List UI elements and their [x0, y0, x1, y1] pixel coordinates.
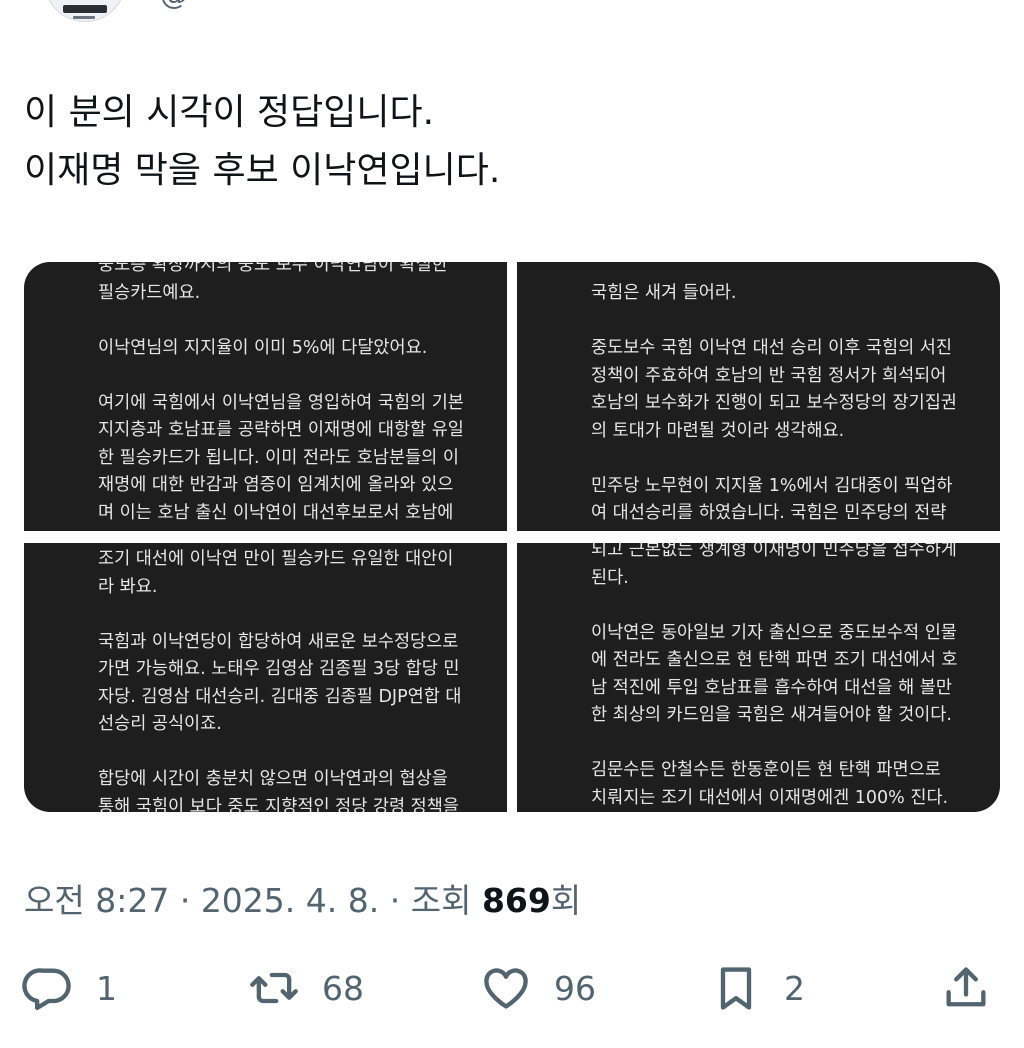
like-button[interactable]: 96 — [480, 955, 596, 1021]
image-text-line: 이낙연은 동아일보 기자 출신으로 중도보수적 인물 — [591, 622, 957, 643]
meta-separator: · — [169, 881, 201, 920]
tweet-meta: 오전 8:27 · 2025. 4. 8. · 조회 869회 — [24, 874, 581, 922]
image-text-line: 합당에 시간이 충분치 않으면 이낙연과의 협상을 — [98, 769, 448, 789]
media-image-bottom-left[interactable]: 조기 대선에 이낙연 만이 필승카드 유일한 대안이라 봐요. 국힘과 이낙연당이… — [24, 543, 507, 812]
image-text-line: 여 대선승리를 하였습니다. 국힘은 민주당의 전략 — [591, 503, 947, 523]
avatar-logo-shape-small — [73, 16, 95, 19]
image-text: 조기 대선에 이낙연 만이 필승카드 유일한 대안이라 봐요. 국힘과 이낙연당이… — [98, 546, 498, 812]
author-handle-fragment[interactable]: @ — [160, 0, 188, 11]
bookmark-icon — [720, 967, 752, 1010]
image-text-line — [591, 592, 991, 620]
reply-icon — [22, 968, 71, 1011]
image-text-line: 이낙연님의 지지율이 이미 5%에 다달았어요. — [98, 337, 428, 358]
image-text-line: 국힘은 새겨 들어라. — [591, 283, 737, 303]
like-count: 96 — [554, 968, 596, 1008]
image-text: 되고 근본없는 생계형 이재명이 민주당을 접수하게된다. 이낙연은 동아일보 기… — [591, 543, 991, 812]
meta-separator: · — [379, 881, 411, 920]
image-text-line: 에 전라도 출신으로 현 탄핵 파면 조기 대선에서 호 — [591, 650, 958, 670]
image-text-line — [98, 307, 498, 335]
image-text-line: 중도층 확장까지의 중도 보수 이낙연님이 확실한 — [98, 262, 448, 275]
tweet-text: 이 분의 시각이 정답입니다. 이재명 막을 후보 이낙연입니다. — [24, 84, 984, 200]
image-text-line — [591, 445, 991, 473]
image-text-line: 국힘과 이낙연당이 합당하여 새로운 보수정당으로 — [98, 631, 459, 652]
media-image-top-right[interactable]: 국힘은 새겨 들어라. 중도보수 국힘 이낙연 대선 승리 이후 국힘의 서진정책… — [517, 262, 1000, 531]
image-text-line: 필승카드예요. — [98, 282, 201, 303]
share-button[interactable] — [940, 955, 992, 1021]
bookmark-button[interactable]: 2 — [710, 955, 805, 1021]
image-text-line: 민주당 노무현이 지지율 1%에서 김대중이 픽업하 — [591, 475, 953, 496]
image-text-line: 호남의 보수화가 진행이 되고 보수정당의 장기집권 — [591, 393, 957, 413]
retweet-count: 68 — [322, 968, 364, 1008]
image-text-line: 며 이는 호남 출신 이낙연이 대선후보로서 호남에 — [98, 502, 454, 523]
post-date[interactable]: 2025. 4. 8. — [201, 881, 379, 920]
share-icon — [946, 967, 986, 1007]
image-text-line: 지지층과 호남표를 공략하면 이재명에 대항할 유일 — [98, 420, 464, 440]
media-grid: 중도층 확장까지의 중도 보수 이낙연님이 확실한필승카드예요. 이낙연님의 지지… — [24, 262, 1000, 812]
image-text-line — [591, 308, 991, 336]
image-text-line: 정책이 주효하여 호남의 반 국힘 정서가 희석되어 — [591, 365, 947, 386]
media-image-bottom-right[interactable]: 되고 근본없는 생계형 이재명이 민주당을 접수하게된다. 이낙연은 동아일보 기… — [517, 543, 1000, 812]
heart-icon — [484, 968, 528, 1009]
image-text-line — [98, 362, 498, 390]
image-text-line: 된다. — [591, 567, 629, 588]
image-text-line: 조기 대선에 이낙연 만이 필승카드 유일한 대안이 — [98, 549, 454, 569]
tweet-text-line: 이 분의 시각이 정답입니다. — [24, 92, 435, 133]
image-text-line: 라 봐요. — [98, 576, 158, 597]
image-text-line — [98, 601, 498, 629]
image-text-line: 선승리 공식이죠. — [98, 714, 222, 734]
image-text-line: 되고 근본없는 생계형 이재명이 민주당을 접수하게 — [591, 543, 957, 560]
image-text-line: 자당. 김영삼 대선승리. 김대중 김종필 DJP연합 대 — [98, 686, 462, 707]
image-text-line: 한 필승카드가 됩니다. 이미 전라도 호남분들의 이 — [98, 447, 459, 468]
views-label: 조회 — [410, 881, 482, 920]
media-image-top-left[interactable]: 중도층 확장까지의 중도 보수 이낙연님이 확실한필승카드예요. 이낙연님의 지지… — [24, 262, 507, 531]
reply-count: 1 — [96, 968, 117, 1008]
avatar[interactable] — [44, 0, 126, 22]
views-suffix: 회 — [550, 881, 582, 920]
bookmark-count: 2 — [784, 968, 805, 1008]
retweet-button[interactable]: 68 — [248, 955, 364, 1021]
image-text-line — [591, 730, 991, 758]
image-text: 중도층 확장까지의 중도 보수 이낙연님이 확실한필승카드예요. 이낙연님의 지지… — [98, 262, 498, 527]
image-text-line: 한 최상의 카드임을 국힘은 새겨들어야 할 것이다. — [591, 705, 952, 725]
image-text-line: 재명에 대한 반감과 염증이 임계치에 올라와 있으 — [98, 475, 454, 495]
image-text-line: 통해 국힘이 보다 중도 지향적인 정당 강령 정책을 — [98, 796, 459, 813]
image-text-line: 김문수든 안철수든 한동훈이든 현 탄핵 파면으로 — [591, 760, 941, 780]
retweet-icon — [250, 972, 298, 1004]
avatar-logo-shape — [63, 5, 107, 13]
action-bar: 1 68 96 2 — [0, 955, 1024, 1021]
views-count: 869 — [481, 881, 551, 920]
image-text-line: 의 토대가 마련될 것이라 생각해요. — [591, 420, 845, 441]
image-text: 국힘은 새겨 들어라. 중도보수 국힘 이낙연 대선 승리 이후 국힘의 서진정책… — [591, 280, 991, 528]
image-text-line: 중도보수 국힘 이낙연 대선 승리 이후 국힘의 서진 — [591, 338, 952, 358]
image-text-line — [98, 739, 498, 767]
image-text-line: 남 적진에 투입 호남표를 흡수하여 대선을 해 볼만 — [591, 677, 952, 698]
image-text-line: 가면 가능해요. 노태우 김영삼 김종필 3당 합당 민 — [98, 659, 460, 679]
tweet-text-line: 이재명 막을 후보 이낙연입니다. — [24, 150, 501, 191]
image-text-line: 여기에 국힘에서 이낙연님을 영입하여 국힘의 기본 — [98, 392, 464, 413]
reply-button[interactable]: 1 — [22, 955, 117, 1021]
post-time[interactable]: 오전 8:27 — [24, 881, 169, 920]
image-text-line: 치뤄지는 조기 대선에서 이재명에겐 100% 진다. — [591, 787, 949, 808]
